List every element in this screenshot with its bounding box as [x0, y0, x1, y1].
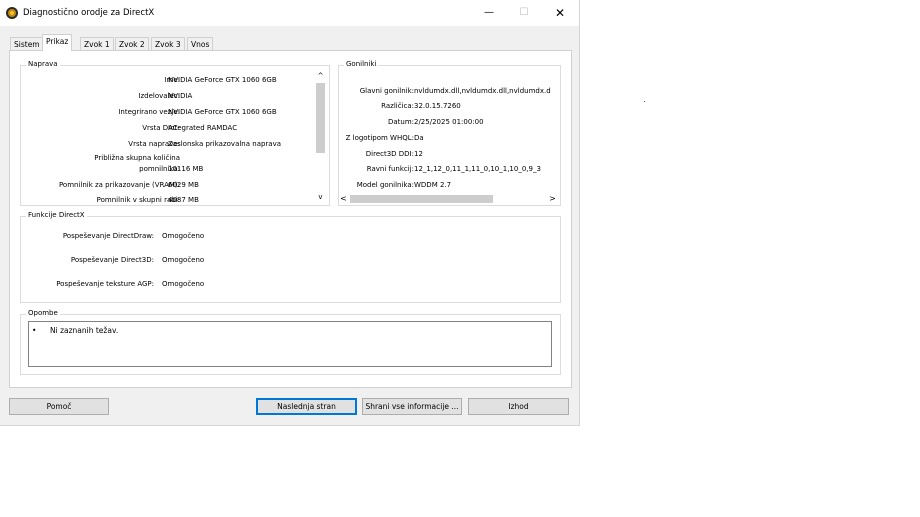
whql-label: Z logotipom WHQL: — [345, 134, 414, 142]
dac-type-value: Integrated RAMDAC — [168, 124, 238, 132]
stray-pixel — [644, 101, 645, 102]
driver-model-value: WDDM 2.7 — [414, 181, 452, 189]
vram-label: Pomnilnik za prikazovanje (VRAM): — [58, 181, 180, 189]
exit-button[interactable]: Izhod — [468, 398, 569, 415]
device-vertical-scrollbar[interactable]: ^ v — [314, 71, 327, 203]
scroll-thumb[interactable] — [350, 195, 493, 203]
scroll-down-icon[interactable]: v — [314, 192, 327, 203]
device-group-label: Naprava — [26, 60, 60, 68]
save-all-info-button[interactable]: Shrani vse informacije ... — [362, 398, 462, 415]
directx-app-icon — [6, 7, 18, 19]
scroll-up-icon[interactable]: ^ — [314, 71, 327, 82]
total-memory-label-line1: Približna skupna količina — [94, 154, 180, 162]
feature-levels-value: 12_1,12_0,11_1,11_0,10_1,10_0,9_3 — [414, 165, 541, 173]
version-label: Različica: — [381, 102, 414, 110]
whql-value: Da — [414, 134, 424, 142]
next-page-button[interactable]: Naslednja stran — [256, 398, 357, 415]
tab-zvok-3[interactable]: Zvok 3 — [151, 37, 185, 51]
feature-levels-label: Ravni funkcij: — [366, 165, 414, 173]
direct3d-accel-value: Omogočeno — [162, 256, 205, 264]
main-driver-label: Glavni gonilnik: — [359, 87, 414, 95]
driver-fields: Glavni gonilnik: nvldumdx.dll,nvldumdx.d… — [338, 0, 558, 200]
tab-sistem[interactable]: Sistem — [10, 37, 44, 51]
date-label: Datum: — [387, 118, 414, 126]
main-driver-value: nvldumdx.dll,nvldumdx.dll,nvldumdx.d — [414, 87, 551, 95]
tab-vnos[interactable]: Vnos — [187, 37, 214, 51]
direct3d-accel-label: Pospeševanje Direct3D: — [70, 256, 154, 264]
tab-prikaz[interactable]: Prikaz — [42, 34, 73, 51]
directdraw-accel-value: Omogočeno — [162, 232, 205, 240]
bullet-icon: • — [32, 326, 37, 335]
drivers-horizontal-scrollbar[interactable]: < > — [338, 193, 558, 205]
total-memory-value: 10116 MB — [168, 165, 204, 173]
directx-features-group-label: Funkcije DirectX — [26, 211, 87, 219]
scroll-right-icon[interactable]: > — [547, 193, 558, 205]
device-type-value: Zaslonska prikazovalna naprava — [168, 140, 282, 148]
notes-item-text: Ni zaznanih težav. — [50, 326, 119, 335]
notes-item: • Ni zaznanih težav. — [32, 326, 118, 335]
vram-value: 6029 MB — [168, 181, 199, 189]
agp-texture-accel-label: Pospeševanje teksture AGP: — [56, 280, 154, 288]
window-title: Diagnostično orodje za DirectX — [23, 8, 155, 18]
notes-group-label: Opombe — [26, 309, 60, 317]
d3d-ddi-value: 12 — [414, 150, 423, 158]
date-value: 2/25/2025 01:00:00 — [414, 118, 484, 126]
version-value: 32.0.15.7260 — [414, 102, 461, 110]
directdraw-accel-label: Pospeševanje DirectDraw: — [62, 232, 154, 240]
scroll-left-icon[interactable]: < — [338, 193, 349, 205]
d3d-ddi-label: Direct3D DDI: — [365, 150, 414, 158]
help-button[interactable]: Pomoč — [9, 398, 109, 415]
chip-type-value: NVIDIA GeForce GTX 1060 6GB — [168, 108, 277, 116]
notes-box[interactable]: • Ni zaznanih težav. — [28, 321, 552, 367]
dxdiag-window: Diagnostično orodje za DirectX — ☐ ✕ Sis… — [0, 0, 580, 426]
scroll-thumb[interactable] — [316, 83, 325, 153]
driver-model-label: Model gonilnika: — [356, 181, 414, 189]
device-name-value: NVIDIA GeForce GTX 1060 6GB — [168, 76, 277, 84]
shared-memory-value: 4087 MB — [168, 196, 199, 204]
agp-texture-accel-value: Omogočeno — [162, 280, 205, 288]
tab-zvok-2[interactable]: Zvok 2 — [115, 37, 149, 51]
manufacturer-value: NVIDIA — [168, 92, 193, 100]
tab-zvok-1[interactable]: Zvok 1 — [80, 37, 114, 51]
